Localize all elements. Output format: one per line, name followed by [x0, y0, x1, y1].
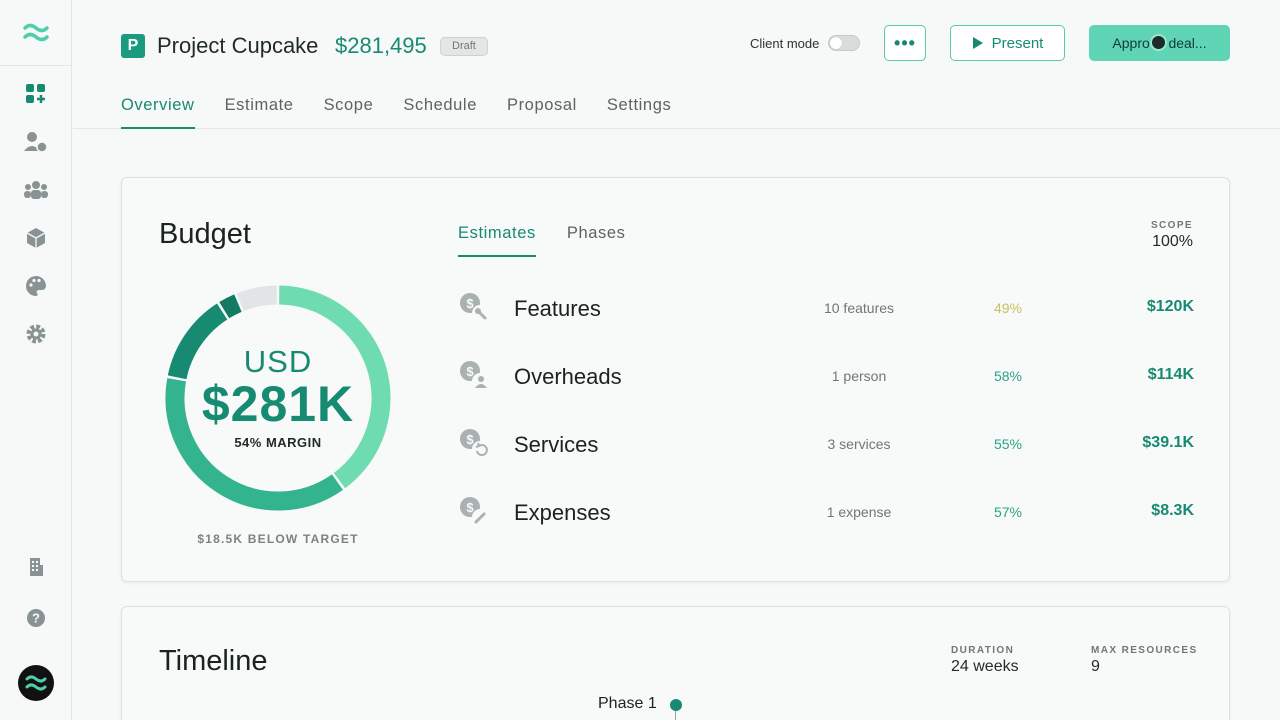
- svg-text:$: $: [466, 432, 474, 447]
- budget-row-features[interactable]: $ Features 10 features 49% $120K: [458, 288, 1194, 328]
- tab-proposal[interactable]: Proposal: [507, 96, 577, 129]
- play-icon: [972, 37, 983, 49]
- row-count: 3 services: [827, 436, 891, 452]
- user-avatar[interactable]: [18, 665, 54, 701]
- budget-tabs: Estimates Phases: [458, 224, 656, 257]
- budget-row-services[interactable]: $ Services 3 services 55% $39.1K: [458, 424, 1194, 464]
- donut-total: $281K: [201, 376, 355, 432]
- budget-tab-phases[interactable]: Phases: [567, 224, 626, 257]
- row-name: Features: [514, 296, 601, 321]
- row-count: 10 features: [823, 300, 895, 316]
- svg-text:$: $: [466, 500, 474, 515]
- budget-title: Budget: [159, 218, 251, 250]
- settings-gear-icon[interactable]: [22, 320, 50, 348]
- page-header: P Project Cupcake $281,495 Draft Client …: [73, 0, 1280, 129]
- project-price: $281,495: [335, 33, 427, 58]
- status-badge: Draft: [440, 37, 488, 56]
- row-percent: 58%: [993, 368, 1023, 384]
- row-name: Services: [514, 432, 599, 457]
- donut-currency: USD: [243, 344, 313, 379]
- project-title: Project Cupcake: [157, 33, 319, 58]
- row-count: 1 person: [831, 368, 887, 384]
- row-amount: $120K: [1146, 298, 1194, 315]
- phase-label[interactable]: Phase 1: [598, 695, 657, 713]
- client-mode-toggle[interactable]: [828, 35, 860, 51]
- client-mode-label: Client mode: [750, 36, 820, 51]
- tab-schedule[interactable]: Schedule: [403, 96, 477, 129]
- box-icon[interactable]: [22, 224, 50, 252]
- row-percent: 55%: [993, 436, 1023, 452]
- row-percent: 57%: [993, 504, 1023, 520]
- max-resources-label: MAX RESOURCES: [1091, 645, 1198, 656]
- max-resources-value: 9: [1091, 658, 1100, 675]
- duration-label: DURATION: [951, 645, 1015, 656]
- svg-text:$: $: [466, 364, 474, 379]
- help-icon[interactable]: ?: [22, 604, 50, 632]
- row-name: Overheads: [514, 364, 622, 389]
- dashboard-icon[interactable]: [22, 80, 50, 108]
- tab-estimate[interactable]: Estimate: [225, 96, 294, 129]
- scope-value: 100%: [1152, 233, 1193, 250]
- project-badge: P: [121, 34, 145, 58]
- timeline-card: Timeline DURATION 24 weeks MAX RESOURCES…: [121, 606, 1230, 720]
- budget-card: Budget USD $281K 54% MARGIN $18.5K BELOW…: [121, 177, 1230, 582]
- timeline-title: Timeline: [159, 645, 268, 677]
- phase-connector: [675, 711, 676, 720]
- row-name: Expenses: [514, 500, 611, 525]
- team-icon[interactable]: [22, 176, 50, 204]
- client-billing-icon[interactable]: [22, 128, 50, 156]
- donut-center: USD $281K 54% MARGIN: [158, 278, 398, 518]
- tab-scope[interactable]: Scope: [324, 96, 374, 129]
- budget-tab-estimates[interactable]: Estimates: [458, 224, 536, 257]
- building-icon[interactable]: [22, 553, 50, 581]
- services-icon: $: [458, 427, 490, 459]
- donut-margin: 54% MARGIN: [234, 435, 322, 450]
- row-amount: $39.1K: [1142, 434, 1194, 451]
- phase-marker[interactable]: [670, 699, 682, 711]
- present-button[interactable]: Present: [950, 25, 1065, 61]
- toggle-knob: [830, 37, 842, 49]
- tab-overview[interactable]: Overview: [121, 96, 195, 129]
- expenses-icon: $: [458, 495, 490, 527]
- app-logo[interactable]: [0, 0, 72, 66]
- row-amount: $8.3K: [1151, 502, 1194, 519]
- cursor-indicator: [1150, 34, 1167, 51]
- main-tabs: Overview Estimate Scope Schedule Proposal Set…: [121, 96, 701, 129]
- row-count: 1 expense: [826, 504, 892, 520]
- tab-settings[interactable]: Settings: [607, 96, 671, 129]
- present-label: Present: [991, 34, 1044, 52]
- features-icon: $: [458, 291, 490, 323]
- sidebar: ?: [0, 0, 72, 720]
- below-target-text: $18.5K BELOW TARGET: [197, 532, 359, 546]
- overheads-icon: $: [458, 359, 490, 391]
- row-amount: $114K: [1147, 366, 1194, 383]
- scope-label: SCOPE: [1150, 220, 1193, 231]
- ellipsis-icon: •••: [894, 32, 916, 53]
- budget-row-expenses[interactable]: $ Expenses 1 expense 57% $8.3K: [458, 492, 1194, 532]
- wave-logo-icon: [23, 23, 49, 41]
- budget-row-overheads[interactable]: $ Overheads 1 person 58% $114K: [458, 356, 1194, 396]
- svg-text:?: ?: [32, 611, 40, 626]
- duration-value: 24 weeks: [951, 658, 1019, 675]
- palette-icon[interactable]: [22, 272, 50, 300]
- svg-text:$: $: [466, 296, 474, 311]
- row-percent: 49%: [993, 300, 1023, 316]
- more-options-button[interactable]: •••: [884, 25, 926, 61]
